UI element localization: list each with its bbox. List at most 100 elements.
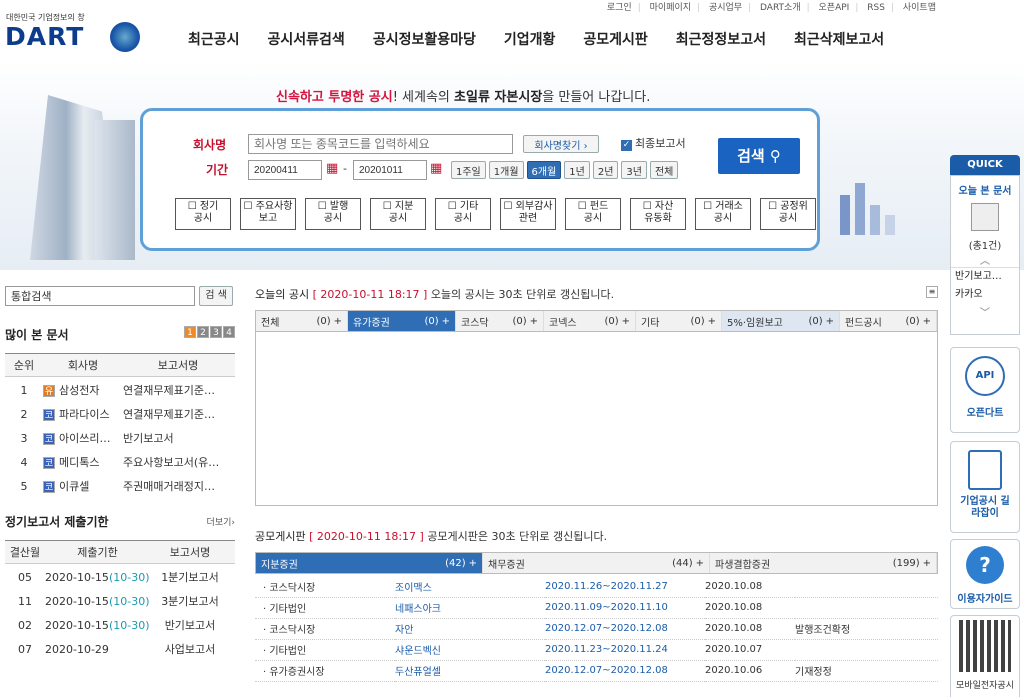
tab[interactable]: 기타 (0) +: [636, 311, 722, 331]
list-item[interactable]: 1 유 삼성전자 연결재무제표기준…: [5, 379, 235, 403]
top-link-login[interactable]: 로그인: [607, 3, 632, 13]
category-checkbox[interactable]: ☐ 정기 공시: [175, 198, 231, 230]
nav-amend[interactable]: 최근정정보고서: [676, 29, 766, 49]
chevron-up-icon[interactable]: ︿: [951, 252, 1019, 267]
category-checkbox[interactable]: ☐ 공정위 공시: [760, 198, 816, 230]
expand-icon[interactable]: ≡: [926, 286, 938, 298]
top-link-sitemap[interactable]: 사이트맵: [903, 3, 936, 13]
nav-deleted[interactable]: 최근삭제보고서: [794, 29, 884, 49]
plus-icon: +: [707, 315, 716, 327]
page-4[interactable]: 4: [223, 326, 235, 338]
page-1[interactable]: 1: [184, 326, 196, 338]
api-icon: API: [965, 356, 1005, 396]
list-item[interactable]: 4 코 메디톡스 주요사항보고서(유…: [5, 451, 235, 475]
calendar-icon[interactable]: ▦: [326, 161, 338, 176]
page-2[interactable]: 2: [197, 326, 209, 338]
final-report-checkbox[interactable]: ✓ 최종보고서: [621, 135, 686, 151]
tab-label: 파생결합증권: [715, 559, 771, 571]
period-3years[interactable]: 3년: [621, 161, 647, 179]
company[interactable]: 유 삼성전자: [43, 379, 123, 403]
list-item[interactable]: 5 코 이큐셀 주권매매거래정지…: [5, 475, 235, 499]
list-item[interactable]: 3 코 아이쓰리… 반기보고서: [5, 427, 235, 451]
checkbox-icon: ☐: [703, 201, 716, 212]
cell-company[interactable]: 자안: [395, 618, 545, 640]
nav-search[interactable]: 공시서류검색: [268, 29, 345, 49]
tab[interactable]: 5%·임원보고 (0) +: [722, 311, 840, 331]
cell-period[interactable]: 2020.11.26~2020.11.27: [545, 576, 705, 598]
top-link-rss[interactable]: RSS: [867, 3, 885, 13]
report-name[interactable]: 연결재무제표기준…: [123, 379, 233, 403]
nav-ipo[interactable]: 공모게시판: [583, 29, 647, 49]
cell-company[interactable]: 샤운드벡신: [395, 639, 545, 661]
category-checkbox[interactable]: ☐ 외부감사 관련: [500, 198, 556, 230]
guide-box[interactable]: 기업공시 길라잡이: [950, 441, 1020, 533]
category-checkbox[interactable]: ☐ 거래소 공시: [695, 198, 751, 230]
report-name[interactable]: 주권매매거래정지…: [123, 475, 233, 499]
cell-company[interactable]: 조이맥스: [395, 576, 545, 598]
tab-count: (0) +: [690, 316, 716, 327]
company[interactable]: 코 메디톡스: [43, 451, 123, 475]
cell-company[interactable]: 네패스아크: [395, 597, 545, 619]
unified-search-input[interactable]: [5, 286, 195, 306]
nav-company[interactable]: 기업개황: [504, 29, 556, 49]
cell-period[interactable]: 2020.12.07~2020.12.08: [545, 618, 705, 640]
cell-period[interactable]: 2020.11.09~2020.11.10: [545, 597, 705, 619]
end-date-input[interactable]: [353, 160, 427, 180]
cell-period[interactable]: 2020.12.07~2020.12.08: [545, 660, 705, 682]
period-all[interactable]: 전체: [649, 161, 679, 179]
page-3[interactable]: 3: [210, 326, 222, 338]
nav-use[interactable]: 공시정보활용마당: [373, 29, 476, 49]
category-checkbox[interactable]: ☐ 자산 유동화: [630, 198, 686, 230]
category-checkbox[interactable]: ☐ 지분 공시: [370, 198, 426, 230]
period-1month[interactable]: 1개월: [488, 161, 524, 179]
company[interactable]: 코 파라다이스: [43, 403, 123, 427]
top-link-openapi[interactable]: 오픈API: [819, 3, 850, 13]
today-doc-item[interactable]: 반기보고…: [951, 267, 1019, 286]
more-link[interactable]: 더보기›: [207, 515, 235, 528]
checkbox-icon: ☐: [243, 201, 256, 212]
book-icon: [971, 203, 999, 231]
category-checkbox[interactable]: ☐ 발행 공시: [305, 198, 361, 230]
unified-search-button[interactable]: 검 색: [199, 286, 233, 306]
period-2years[interactable]: 2년: [592, 161, 619, 179]
top-link-about[interactable]: DART소개: [760, 3, 801, 13]
category-checkbox[interactable]: ☐ 펀드 공시: [565, 198, 621, 230]
top-link-work[interactable]: 공시업무: [709, 3, 742, 13]
tab[interactable]: 펀드공시 (0) +: [840, 311, 937, 331]
period-6months[interactable]: 6개월: [526, 161, 562, 179]
help-box[interactable]: ? 이용자가이드: [950, 539, 1020, 609]
tab[interactable]: 지분증권 (42) +: [256, 553, 483, 573]
list-item[interactable]: 2 코 파라다이스 연결재무제표기준…: [5, 403, 235, 427]
period-1year[interactable]: 1년: [564, 161, 590, 179]
cell-period[interactable]: 2020.11.23~2020.11.24: [545, 639, 705, 661]
company[interactable]: 코 아이쓰리…: [43, 427, 123, 451]
today-doc-item[interactable]: 카카오: [951, 286, 1019, 304]
report-name[interactable]: 반기보고서: [123, 427, 233, 451]
company[interactable]: 코 이큐셀: [43, 475, 123, 499]
nav-recent[interactable]: 최근공시: [188, 29, 240, 49]
logo[interactable]: DART: [5, 22, 84, 51]
cell-company[interactable]: 두산퓨얼셀: [395, 660, 545, 682]
search-panel: 회사명 회사명찾기 › ✓최종보고서 기간 ▦ - ▦ 1주일 1개월 6개월 …: [140, 108, 820, 251]
report-name[interactable]: 주요사항보고서(유…: [123, 451, 233, 475]
category-checkbox[interactable]: ☐ 주요사항 보고: [240, 198, 296, 230]
start-date-input[interactable]: [248, 160, 322, 180]
openapi-box[interactable]: API 오픈다트: [950, 347, 1020, 433]
calendar-icon[interactable]: ▦: [430, 161, 442, 176]
report-name[interactable]: 연결재무제표기준…: [123, 403, 233, 427]
checkbox-icon: ☐: [447, 201, 460, 212]
search-button[interactable]: 검색 ⚲: [718, 138, 800, 174]
company-input[interactable]: [248, 134, 513, 154]
mobile-box[interactable]: 모바일전자공시: [950, 615, 1020, 697]
tab[interactable]: 채무증권 (44) +: [483, 553, 710, 573]
find-company-button[interactable]: 회사명찾기 ›: [523, 135, 599, 153]
top-link-mypage[interactable]: 마이페이지: [650, 3, 691, 13]
category-checkbox[interactable]: ☐ 기타 공시: [435, 198, 491, 230]
tab[interactable]: 전체 (0) +: [256, 311, 348, 331]
chevron-down-icon[interactable]: ﹀: [951, 304, 1019, 319]
tab[interactable]: 파생결합증권 (199) +: [710, 553, 937, 573]
tab[interactable]: 유가증권 (0) +: [348, 311, 456, 331]
tab[interactable]: 코넥스 (0) +: [544, 311, 636, 331]
tab[interactable]: 코스닥 (0) +: [456, 311, 544, 331]
period-1week[interactable]: 1주일: [451, 161, 486, 179]
